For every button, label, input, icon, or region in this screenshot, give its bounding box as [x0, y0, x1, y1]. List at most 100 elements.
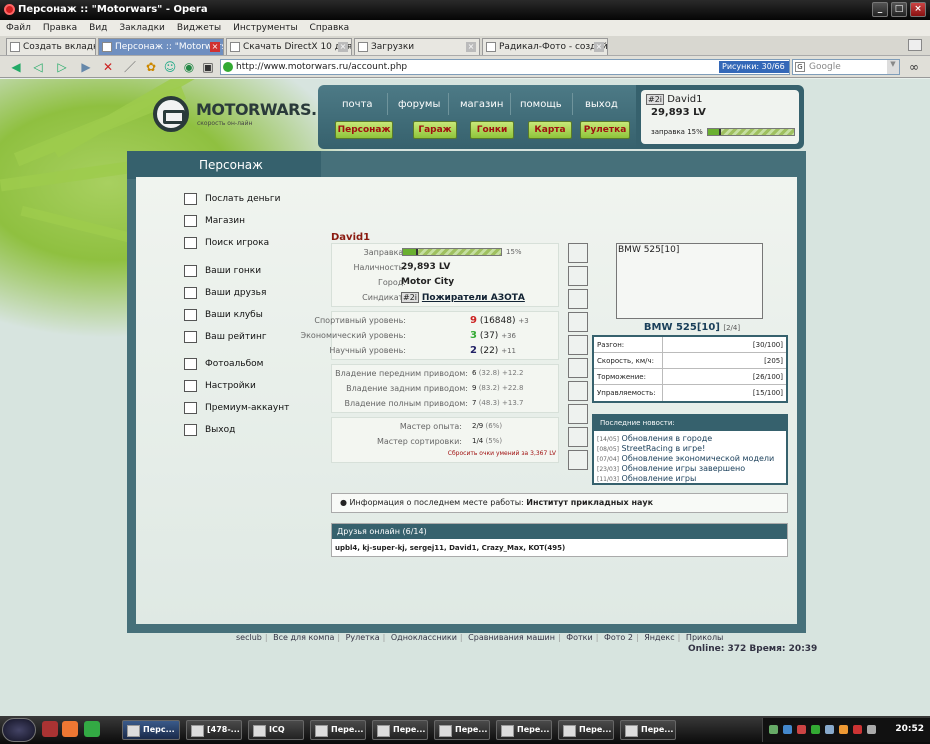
btn-races[interactable]: Гонки [470, 121, 514, 139]
close-tab-icon[interactable]: × [466, 42, 476, 52]
car-image[interactable]: BMW 525[10] [616, 243, 763, 319]
item-slot[interactable] [568, 427, 588, 447]
tray-icon[interactable] [769, 725, 778, 734]
friends-list[interactable]: upbl4, kj-super-kj, sergej11, David1, Cr… [332, 539, 787, 552]
forward-icon[interactable]: ▷ [54, 59, 70, 75]
taskbar-item[interactable]: Пере... [434, 720, 490, 740]
tab-radikal[interactable]: Радикал-Фото - создай... × [482, 38, 608, 55]
save-icon[interactable]: ▣ [200, 59, 216, 75]
item-slot[interactable] [568, 266, 588, 286]
tab-new[interactable]: Создать вкладку [6, 38, 96, 55]
item-slot[interactable] [568, 381, 588, 401]
images-counter[interactable]: Рисунки: 30/66 [719, 61, 789, 73]
rewind-icon[interactable]: ◁ [30, 59, 46, 75]
tray-icon[interactable] [867, 725, 876, 734]
nav-help[interactable]: помощь [520, 99, 562, 110]
news-item[interactable]: [07/04] Обновление экономической модели [594, 454, 786, 464]
minimize-button[interactable]: _ [872, 2, 888, 17]
checkbox-icon [184, 287, 197, 299]
item-slot[interactable] [568, 335, 588, 355]
reset-skills-link[interactable]: Сбросить очки умений за 3,367 LV [448, 450, 556, 457]
footer-link[interactable]: seclub [236, 633, 262, 642]
nav-mail[interactable]: почта [342, 99, 373, 110]
car-title[interactable]: BMW 525[10] [2/4] [593, 322, 791, 333]
item-slot[interactable] [568, 312, 588, 332]
news-item[interactable]: [14/05] Обновления в городе [594, 434, 786, 444]
tray-icon[interactable] [839, 725, 848, 734]
btn-garage[interactable]: Гараж [413, 121, 457, 139]
taskbar-item[interactable]: Пере... [372, 720, 428, 740]
chevron-down-icon[interactable]: ▼ [887, 60, 899, 74]
binoculars-icon[interactable]: ∞ [906, 59, 922, 75]
tray-icon[interactable] [853, 725, 862, 734]
menu-bookmarks[interactable]: Закладки [119, 23, 165, 36]
search-input[interactable]: G Google ▼ [792, 59, 900, 75]
item-slot[interactable] [568, 243, 588, 263]
maximize-button[interactable]: □ [891, 2, 907, 17]
menu-help[interactable]: Справка [310, 23, 350, 36]
taskbar-item[interactable]: Перс... [122, 720, 180, 740]
tray-icon[interactable] [797, 725, 806, 734]
news-item[interactable]: [23/03] Обновление игры завершено [594, 464, 786, 474]
nav-logout[interactable]: выход [585, 99, 618, 110]
item-slot[interactable] [568, 358, 588, 378]
menu-tools[interactable]: Инструменты [233, 23, 297, 36]
tab-personazh[interactable]: Персонаж :: "Motorwars" × [98, 38, 224, 55]
quicklaunch-icon[interactable] [42, 721, 58, 737]
news-item[interactable]: [11/03] Обновление игры [594, 474, 786, 484]
quicklaunch-icon[interactable] [84, 721, 100, 737]
user-name[interactable]: #2i David1 [646, 94, 702, 105]
syndicate-link[interactable]: #2i Пожиратели АЗОТА [401, 292, 525, 303]
btn-roulette[interactable]: Рулетка [580, 121, 630, 139]
menu-view[interactable]: Вид [89, 23, 107, 36]
footer-link[interactable]: Рулетка [346, 633, 380, 642]
nav-shop[interactable]: магазин [460, 99, 503, 110]
car-stat-value: [26/100] [752, 373, 783, 381]
btn-personazh[interactable]: Персонаж [335, 121, 393, 139]
close-button[interactable]: × [910, 2, 926, 17]
nav-forums[interactable]: форумы [398, 99, 440, 110]
fast-forward-icon[interactable]: ▶ [78, 59, 94, 75]
taskbar-item[interactable]: [478-... [186, 720, 242, 740]
stop-icon[interactable]: ✕ [100, 59, 116, 75]
address-input[interactable]: http://www.motorwars.ru/account.php Рису… [220, 59, 790, 75]
menu-widgets[interactable]: Виджеты [177, 23, 221, 36]
globe-icon[interactable]: ◉ [181, 59, 197, 75]
item-slot[interactable] [568, 450, 588, 470]
footer-link[interactable]: Приколы [686, 633, 723, 642]
footer-link[interactable]: Одноклассники [391, 633, 457, 642]
quicklaunch-icon[interactable] [62, 721, 78, 737]
footer-link[interactable]: Фото 2 [604, 633, 633, 642]
tab-downloads[interactable]: Загрузки × [354, 38, 480, 55]
footer-link[interactable]: Фотки [566, 633, 592, 642]
taskbar-item[interactable]: Пере... [620, 720, 676, 740]
footer-link[interactable]: Яндекс [644, 633, 674, 642]
start-button[interactable] [2, 718, 36, 742]
site-logo[interactable]: MOTORWARS.RU скорость он-лайн [153, 96, 341, 136]
footer-link[interactable]: Сравнивания машин [468, 633, 555, 642]
back-icon[interactable]: ◀ [8, 59, 24, 75]
taskbar-item[interactable]: Пере... [310, 720, 366, 740]
item-slot[interactable] [568, 404, 588, 424]
car-stat-value: [30/100] [752, 341, 783, 349]
taskbar-item[interactable]: Пере... [558, 720, 614, 740]
close-tab-icon[interactable]: × [210, 42, 220, 52]
news-item[interactable]: [08/05] StreetRacing в игре! [594, 444, 786, 454]
tray-icon[interactable] [811, 725, 820, 734]
accessibility-icon[interactable]: ☺ [162, 59, 178, 75]
menu-edit[interactable]: Правка [43, 23, 77, 36]
close-tab-icon[interactable]: × [594, 42, 604, 52]
btn-map[interactable]: Карта [528, 121, 572, 139]
edit-icon[interactable]: ／ [122, 59, 138, 75]
menu-file[interactable]: Файл [6, 23, 31, 36]
tray-icon[interactable] [783, 725, 792, 734]
taskbar-item[interactable]: ICQ [248, 720, 304, 740]
tab-directx[interactable]: Скачать DirectX 10 для ... × [226, 38, 352, 55]
close-tab-icon[interactable]: × [338, 42, 348, 52]
footer-link[interactable]: Все для компа [273, 633, 334, 642]
taskbar-item[interactable]: Пере... [496, 720, 552, 740]
item-slot[interactable] [568, 289, 588, 309]
puzzle-icon[interactable]: ✿ [143, 59, 159, 75]
trash-icon[interactable] [908, 39, 922, 51]
tray-icon[interactable] [825, 725, 834, 734]
